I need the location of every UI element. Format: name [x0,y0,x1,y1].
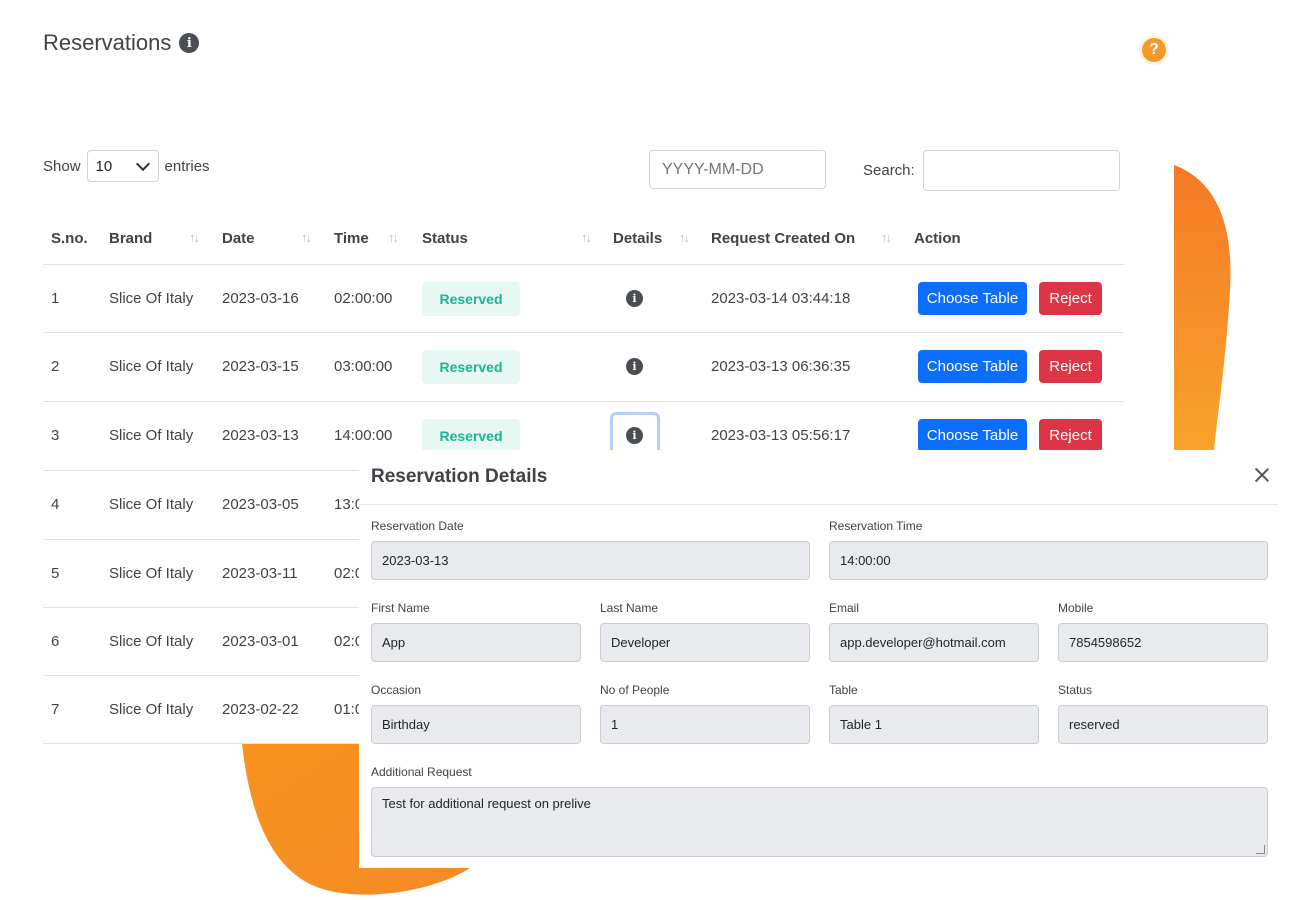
cell-brand: Slice Of Italy [109,427,194,444]
sort-icon[interactable]: ↑↓ [301,230,312,245]
cell-date: 2023-03-13 [222,427,299,444]
header-action: Action [914,230,961,247]
show-label: Show [43,157,81,175]
cell-time: 02:00:00 [334,290,393,307]
table-header: S.no. Brand ↑↓ Date ↑↓ Time ↑↓ Status ↑↓… [43,214,1124,265]
cell-date: 2023-03-11 [222,565,298,582]
sort-icon[interactable]: ↑↓ [679,230,690,245]
header-brand[interactable]: Brand [109,230,152,247]
reject-button[interactable]: Reject [1039,282,1102,315]
people-label: No of People [600,683,670,697]
cell-brand: Slice Of Italy [109,358,194,375]
occasion-field[interactable]: Birthday [371,705,581,744]
search-control: Search: [863,150,1120,191]
reject-button[interactable]: Reject [1039,419,1102,452]
cell-brand: Slice Of Italy [109,290,194,307]
cell-date: 2023-03-05 [222,496,299,513]
additional-request-label: Additional Request [371,765,472,779]
reservation-details-modal: Reservation Details Reservation Date 202… [359,450,1300,868]
sort-icon[interactable]: ↑↓ [881,230,892,245]
search-input[interactable] [922,150,1120,191]
cell-brand: Slice Of Italy [109,496,194,513]
first-name-field[interactable]: App [371,623,581,662]
info-icon[interactable]: i [179,33,200,53]
cell-brand: Slice Of Italy [109,701,194,718]
cell-sno: 6 [51,633,60,650]
details-info-icon[interactable]: i [626,290,643,307]
page-title: Reservations i [43,30,200,56]
table-label: Table [829,683,858,697]
cell-date: 2023-03-15 [222,358,299,375]
choose-table-button[interactable]: Choose Table [918,419,1027,452]
reject-button[interactable]: Reject [1039,350,1102,383]
sort-icon[interactable]: ↑↓ [189,230,200,245]
cell-time: 03:00:00 [334,358,393,375]
header-sno[interactable]: S.no. [51,230,88,247]
people-field[interactable]: 1 [600,705,810,744]
header-status[interactable]: Status [422,230,468,247]
reservation-time-field[interactable]: 14:00:00 [829,541,1268,580]
sort-icon[interactable]: ↑↓ [581,230,592,245]
search-label: Search: [863,162,915,179]
cell-sno: 4 [51,496,60,513]
cell-sno: 7 [51,701,60,718]
email-label: Email [829,601,860,615]
cell-created: 2023-03-13 06:36:35 [711,358,851,375]
details-info-icon[interactable]: i [626,427,643,444]
choose-table-button[interactable]: Choose Table [918,282,1027,315]
reservation-date-field[interactable]: 2023-03-13 [371,541,810,580]
close-icon[interactable] [1253,466,1271,484]
header-date[interactable]: Date [222,230,255,247]
sort-icon[interactable]: ↑↓ [388,230,399,245]
show-entries-control: Show 10 entries [43,150,210,182]
cell-time: 14:00:00 [334,427,393,444]
mobile-label: Mobile [1058,601,1094,615]
mobile-field[interactable]: 7854598652 [1058,623,1268,662]
help-icon[interactable]: ? [1142,38,1166,62]
table-field[interactable]: Table 1 [829,705,1039,744]
entries-select[interactable]: 10 [86,150,159,182]
modal-header: Reservation Details [359,450,1278,505]
cell-date: 2023-03-01 [222,633,299,650]
choose-table-button[interactable]: Choose Table [918,350,1027,383]
status-field[interactable]: reserved [1058,705,1268,744]
cell-date: 2023-03-16 [222,290,299,307]
cell-created: 2023-03-13 05:56:17 [711,427,851,444]
header-details[interactable]: Details [613,230,662,247]
cell-sno: 5 [51,565,60,582]
header-time[interactable]: Time [334,230,369,247]
table-row: 2 Slice Of Italy 2023-03-15 03:00:00 Res… [43,333,1124,402]
cell-created: 2023-03-14 03:44:18 [711,290,851,307]
status-badge: Reserved [422,419,520,453]
first-name-label: First Name [371,601,430,615]
status-label: Status [1058,683,1093,697]
status-badge: Reserved [422,350,520,384]
modal-title: Reservation Details [371,466,548,487]
cell-brand: Slice Of Italy [109,565,194,582]
additional-request-text: Test for additional request on prelive [382,796,591,811]
details-info-icon[interactable]: i [626,358,643,375]
status-badge: Reserved [422,282,520,316]
reservation-time-label: Reservation Time [829,519,923,533]
entries-label: entries [164,157,210,175]
additional-request-textarea[interactable]: Test for additional request on prelive [371,787,1268,857]
decorative-blob-right [1174,160,1244,450]
cell-date: 2023-02-22 [222,701,299,718]
email-field[interactable]: app.developer@hotmail.com [829,623,1039,662]
table-row: 1 Slice Of Italy 2023-03-16 02:00:00 Res… [43,265,1124,333]
resize-handle-icon[interactable] [1256,845,1265,854]
reservation-date-label: Reservation Date [371,519,464,533]
cell-sno: 1 [51,290,60,307]
entries-select-value: 10 [95,157,113,175]
chevron-down-icon [135,156,150,172]
page-title-text: Reservations [43,30,172,55]
cell-sno: 2 [51,358,60,375]
occasion-label: Occasion [371,683,422,697]
cell-brand: Slice Of Italy [109,633,194,650]
last-name-field[interactable]: Developer [600,623,810,662]
header-request-created[interactable]: Request Created On [711,230,855,247]
date-filter-input[interactable] [649,150,826,189]
last-name-label: Last Name [600,601,659,615]
cell-sno: 3 [51,427,60,444]
